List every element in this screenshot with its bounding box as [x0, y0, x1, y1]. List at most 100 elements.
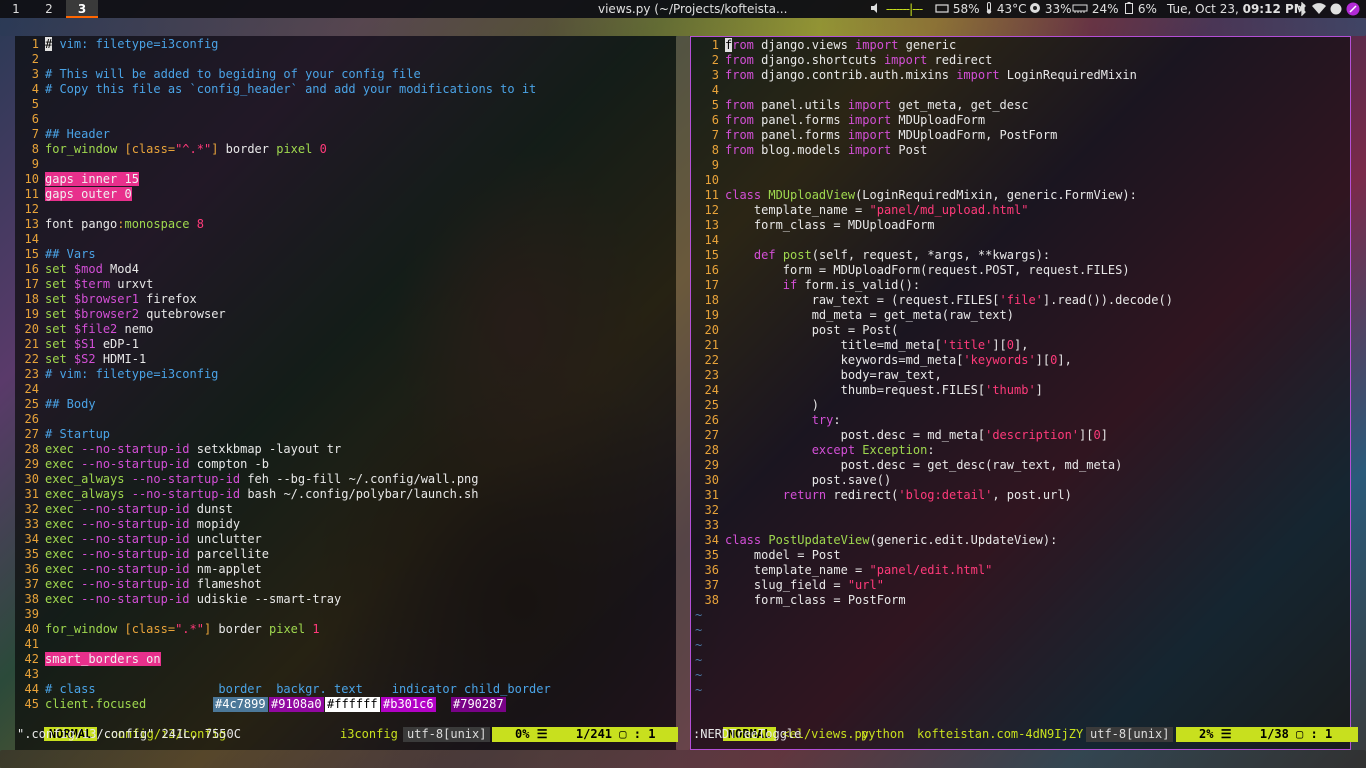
code-line[interactable]: 26 try:	[695, 413, 1173, 428]
code-line[interactable]: 35 model = Post	[695, 548, 1173, 563]
code-line[interactable]: 14	[15, 232, 551, 247]
code-line[interactable]: 5	[15, 97, 551, 112]
code-line[interactable]: 3 # This will be added to begiding of you…	[15, 67, 551, 82]
code-line[interactable]: 18 raw_text = (request.FILES['file'].rea…	[695, 293, 1173, 308]
code-line[interactable]: 4	[695, 83, 1173, 98]
code-line[interactable]: 11 class MDUploadView(LoginRequiredMixin,…	[695, 188, 1173, 203]
workspace-1[interactable]: 1	[0, 0, 32, 18]
bluetooth-icon[interactable]	[1297, 0, 1307, 21]
code-line[interactable]: 38 exec --no-startup-id udiskie --smart-t…	[15, 592, 551, 607]
code-area[interactable]: 1 # vim: filetype=i3config 2 3 # This will b…	[15, 37, 551, 712]
workspace-2[interactable]: 2	[33, 0, 65, 18]
code-line[interactable]: 20 post = Post(	[695, 323, 1173, 338]
code-line[interactable]: 9	[695, 158, 1173, 173]
code-line[interactable]: 10	[695, 173, 1173, 188]
code-line[interactable]: 8 for_window [class="^.*"] border pixel 0	[15, 142, 551, 157]
code-line[interactable]: 39	[15, 607, 551, 622]
app-tray-icon[interactable]	[1346, 0, 1360, 21]
code-line[interactable]: 41	[15, 637, 551, 652]
code-line[interactable]: 24 thumb=request.FILES['thumb']	[695, 383, 1173, 398]
code-line[interactable]: 22 keywords=md_meta['keywords'][0],	[695, 353, 1173, 368]
code-line[interactable]: 10 gaps inner 15	[15, 172, 551, 187]
code-line[interactable]: 37 slug_field = "url"	[695, 578, 1173, 593]
code-line[interactable]: 23 body=raw_text,	[695, 368, 1173, 383]
code-line[interactable]: 16 form = MDUploadForm(request.POST, req…	[695, 263, 1173, 278]
code-line[interactable]: 29 post.desc = get_desc(raw_text, md_met…	[695, 458, 1173, 473]
code-line[interactable]: 15 def post(self, request, *args, **kwar…	[695, 248, 1173, 263]
code-line[interactable]: 15 ## Vars	[15, 247, 551, 262]
code-line[interactable]: 44 # class border backgr. text indicator …	[15, 682, 551, 697]
code-line[interactable]: 43	[15, 667, 551, 682]
code-line[interactable]: 2 from django.shortcuts import redirect	[695, 53, 1173, 68]
workspace-3[interactable]: 3	[66, 0, 98, 18]
code-line[interactable]: 1 # vim: filetype=i3config	[15, 37, 551, 52]
wifi-icon[interactable]	[1312, 0, 1326, 20]
code-line[interactable]: 31 return redirect('blog:detail', post.u…	[695, 488, 1173, 503]
date-module[interactable]: Tue, Oct 23, 09:12 PM	[1167, 0, 1306, 18]
code-line[interactable]: 22 set $S2 HDMI-1	[15, 352, 551, 367]
empty-line-marker: ~	[695, 638, 703, 652]
code-line[interactable]: 36 exec --no-startup-id nm-applet	[15, 562, 551, 577]
code-line[interactable]: 25 ## Body	[15, 397, 551, 412]
code-area[interactable]: 1 from django.views import generic 2 from d…	[695, 38, 1173, 698]
code-line[interactable]: 13 form_class = MDUploadForm	[695, 218, 1173, 233]
code-line[interactable]: 42 smart_borders on	[15, 652, 551, 667]
code-line[interactable]: 30 exec_always --no-startup-id feh --bg-f…	[15, 472, 551, 487]
code-line[interactable]: 12	[15, 202, 551, 217]
code-line[interactable]: 1 from django.views import generic	[695, 38, 1173, 53]
vim-pane-left[interactable]: 1 # vim: filetype=i3config 2 3 # This will b…	[15, 36, 678, 750]
code-line[interactable]: 29 exec --no-startup-id compton -b	[15, 457, 551, 472]
code-line[interactable]: 9	[15, 157, 551, 172]
code-line[interactable]: 40 for_window [class=".*"] border pixel 1	[15, 622, 551, 637]
code-line[interactable]: 21 title=md_meta['title'][0],	[695, 338, 1173, 353]
code-line[interactable]: 19 md_meta = get_meta(raw_text)	[695, 308, 1173, 323]
code-line[interactable]: 27 post.desc = md_meta['description'][0]	[695, 428, 1173, 443]
code-line[interactable]: 33 exec --no-startup-id mopidy	[15, 517, 551, 532]
code-line[interactable]: 38 form_class = PostForm	[695, 593, 1173, 608]
code-line[interactable]: 37 exec --no-startup-id flameshot	[15, 577, 551, 592]
code-line[interactable]: 13 font pango:monospace 8	[15, 217, 551, 232]
command-line[interactable]: ".config/i3/config" 241L, 7550C	[17, 727, 241, 742]
code-line[interactable]: 35 exec --no-startup-id parcellite	[15, 547, 551, 562]
command-line[interactable]: :NERDTreeToggle	[693, 727, 801, 742]
code-line[interactable]: 34 exec --no-startup-id unclutter	[15, 532, 551, 547]
code-line[interactable]: 32	[695, 503, 1173, 518]
code-line[interactable]: 25 )	[695, 398, 1173, 413]
code-line[interactable]: 36 template_name = "panel/edit.html"	[695, 563, 1173, 578]
code-line[interactable]: 6 from panel.forms import MDUploadForm	[695, 113, 1173, 128]
code-line[interactable]: 7 from panel.forms import MDUploadForm, P…	[695, 128, 1173, 143]
code-line[interactable]: 21 set $S1 eDP-1	[15, 337, 551, 352]
code-line[interactable]: 30 post.save()	[695, 473, 1173, 488]
code-line[interactable]: 5 from panel.utils import get_meta, get_d…	[695, 98, 1173, 113]
volume-module[interactable]: -------|---	[870, 0, 923, 19]
network-icon[interactable]	[1330, 0, 1342, 20]
code-line[interactable]: 33	[695, 518, 1173, 533]
code-line[interactable]: 4 # Copy this file as `config_header` and…	[15, 82, 551, 97]
code-line[interactable]: 14	[695, 233, 1173, 248]
code-line[interactable]: 17 set $term urxvt	[15, 277, 551, 292]
code-line[interactable]: 34 class PostUpdateView(generic.edit.Upda…	[695, 533, 1173, 548]
code-line[interactable]: 19 set $browser2 qutebrowser	[15, 307, 551, 322]
code-line[interactable]: 28 exec --no-startup-id setxkbmap -layout…	[15, 442, 551, 457]
code-line[interactable]: 45 client.focused #4c7899 #9108a0 #ffffff #b3…	[15, 697, 551, 712]
code-line[interactable]: 31 exec_always --no-startup-id bash ~/.co…	[15, 487, 551, 502]
vim-pane-right[interactable]: 1 from django.views import generic 2 from d…	[690, 36, 1358, 750]
code-line[interactable]: 2	[15, 52, 551, 67]
code-line[interactable]: 18 set $browser1 firefox	[15, 292, 551, 307]
code-line[interactable]: 27 # Startup	[15, 427, 551, 442]
code-line[interactable]: 7 ## Header	[15, 127, 551, 142]
code-line[interactable]: 17 if form.is_valid():	[695, 278, 1173, 293]
volume-bar[interactable]: -------|---	[886, 2, 923, 16]
code-line[interactable]: 23 # vim: filetype=i3config	[15, 367, 551, 382]
code-line[interactable]: 20 set $file2 nemo	[15, 322, 551, 337]
code-line[interactable]: 6	[15, 112, 551, 127]
code-line[interactable]: 3 from django.contrib.auth.mixins import …	[695, 68, 1173, 83]
code-line[interactable]: 32 exec --no-startup-id dunst	[15, 502, 551, 517]
code-line[interactable]: 26	[15, 412, 551, 427]
code-line[interactable]: 24	[15, 382, 551, 397]
code-line[interactable]: 16 set $mod Mod4	[15, 262, 551, 277]
code-line[interactable]: 11 gaps outer 0	[15, 187, 551, 202]
code-line[interactable]: 8 from blog.models import Post	[695, 143, 1173, 158]
code-line[interactable]: 12 template_name = "panel/md_upload.html…	[695, 203, 1173, 218]
code-line[interactable]: 28 except Exception:	[695, 443, 1173, 458]
